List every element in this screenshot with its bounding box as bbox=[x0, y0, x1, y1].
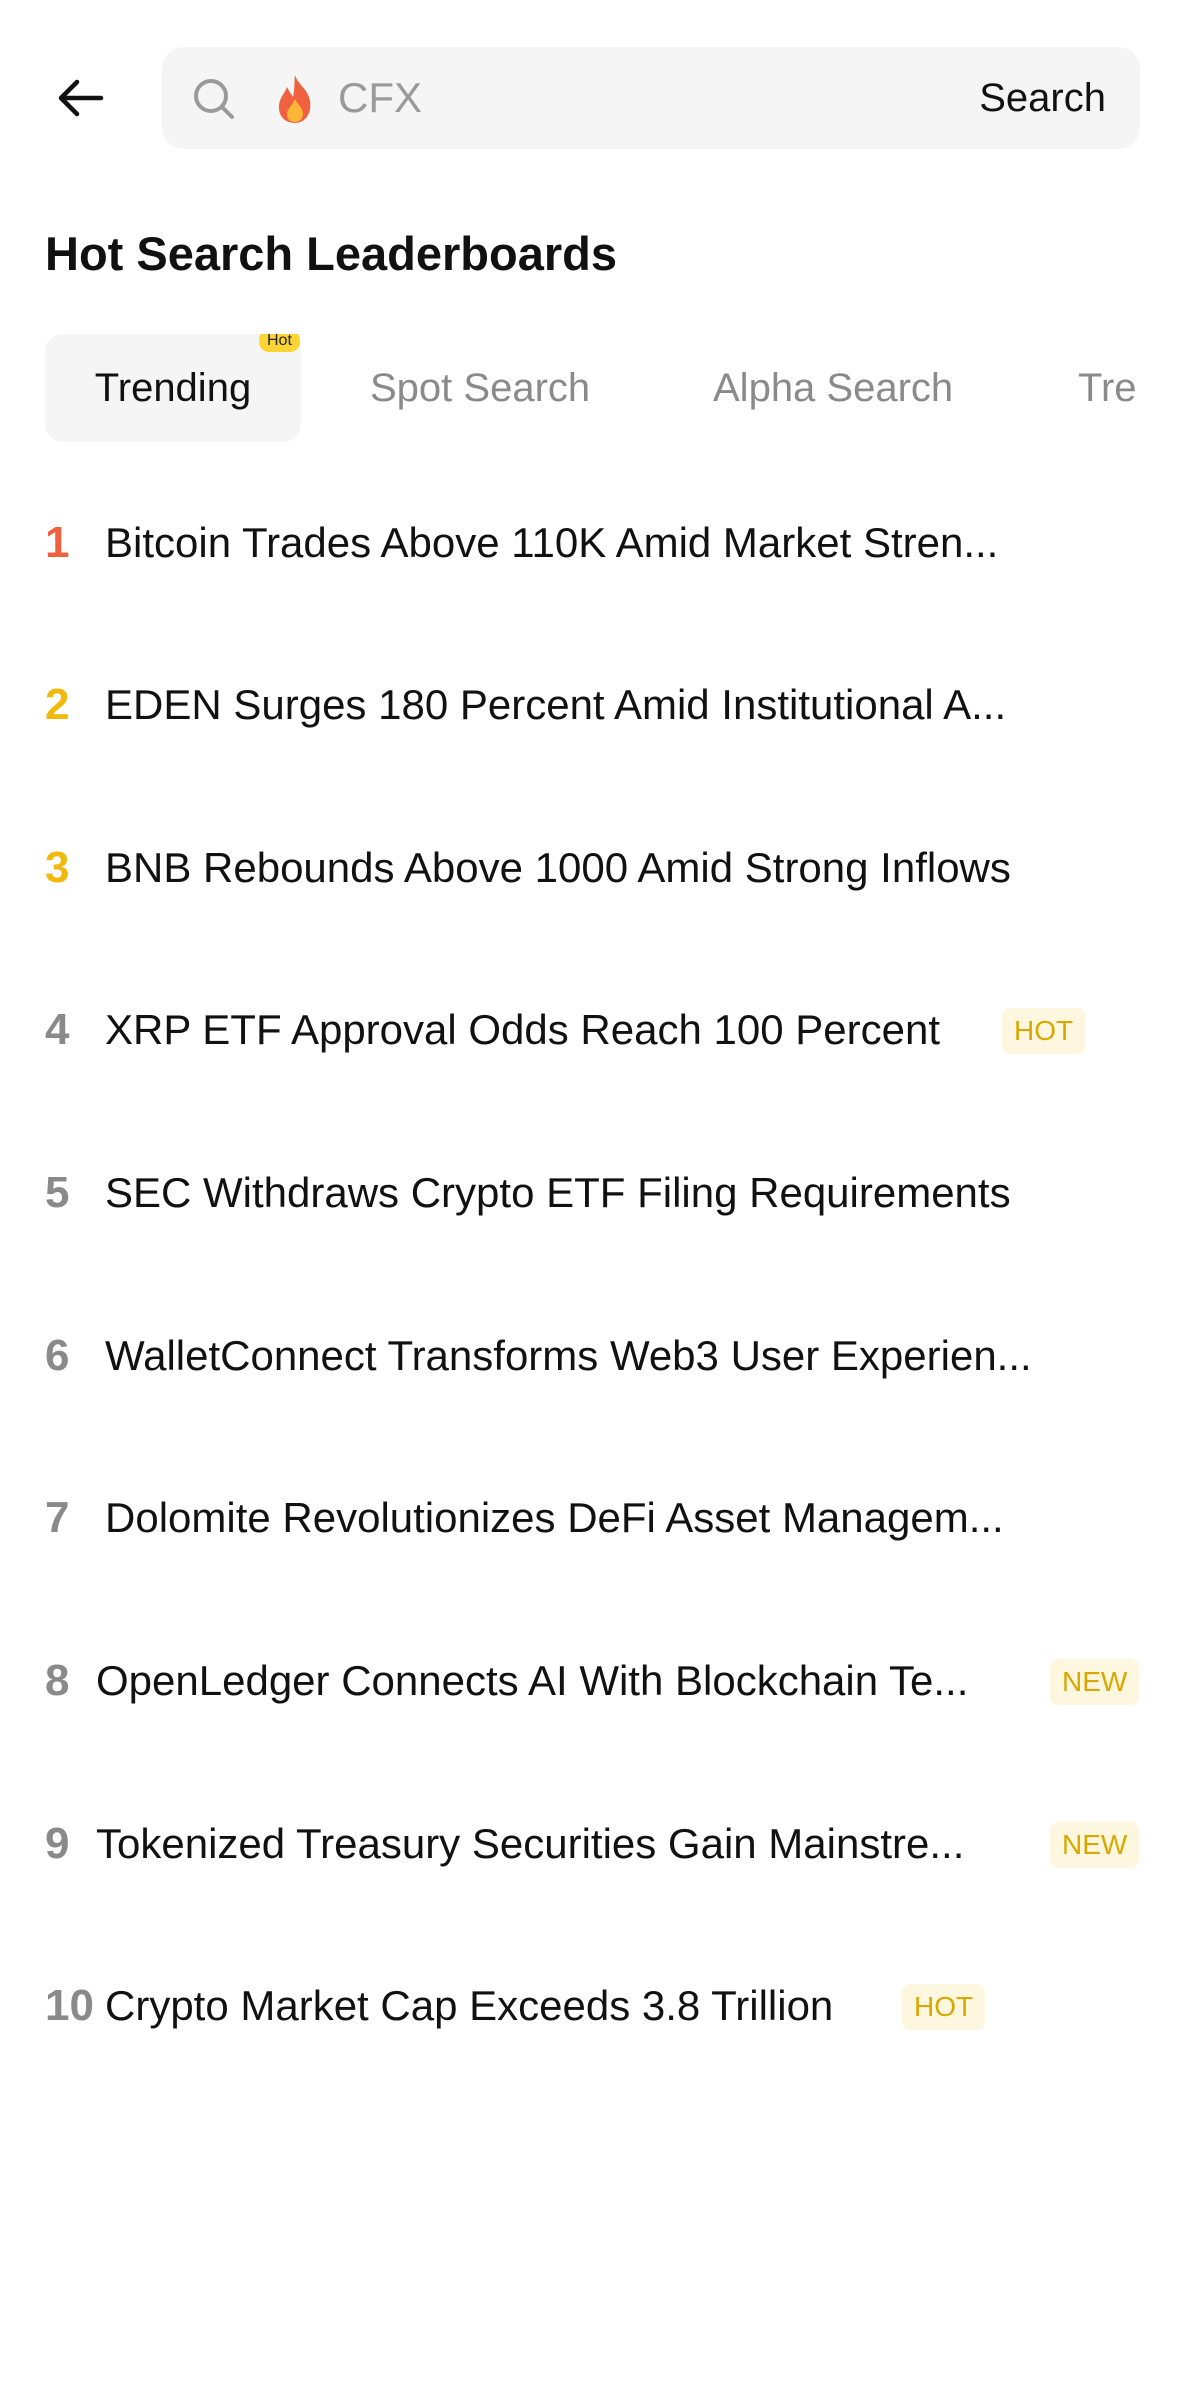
tab-spot-search[interactable]: Spot Search bbox=[370, 334, 590, 442]
list-item[interactable]: 10 Crypto Market Cap Exceeds 3.8 Trillio… bbox=[0, 1946, 1179, 2066]
list-item[interactable]: 2 EDEN Surges 180 Percent Amid Instituti… bbox=[0, 645, 1179, 765]
tab-label: Alpha Search bbox=[713, 366, 954, 410]
hot-badge: Hot bbox=[259, 334, 300, 352]
list-item[interactable]: 5 SEC Withdraws Crypto ETF Filing Requir… bbox=[0, 1133, 1179, 1253]
list-item[interactable]: 3 BNB Rebounds Above 1000 Amid Strong In… bbox=[0, 808, 1179, 928]
rank-number: 3 bbox=[45, 843, 70, 892]
rank-number: 10 bbox=[45, 1981, 94, 2030]
tab-label: Trending bbox=[94, 366, 252, 410]
tab-label: Tre bbox=[1078, 366, 1137, 410]
tab-label: Spot Search bbox=[370, 366, 591, 410]
list-item[interactable]: 1 Bitcoin Trades Above 110K Amid Market … bbox=[0, 483, 1179, 603]
top-bar: CFX Search bbox=[0, 0, 1179, 195]
rank-number: 9 bbox=[45, 1819, 70, 1868]
list-item[interactable]: 7 Dolomite Revolutionizes DeFi Asset Man… bbox=[0, 1458, 1179, 1578]
tab-trending-more[interactable]: Tre bbox=[1078, 334, 1137, 442]
list-item[interactable]: 6 WalletConnect Transforms Web3 User Exp… bbox=[0, 1296, 1179, 1416]
hot-tag: HOT bbox=[1002, 1008, 1086, 1054]
list-item[interactable]: 8 OpenLedger Connects AI With Blockchain… bbox=[0, 1621, 1179, 1741]
hot-tag: HOT bbox=[902, 1984, 986, 2030]
item-title: WalletConnect Transforms Web3 User Exper… bbox=[105, 1332, 1032, 1379]
rank-number: 6 bbox=[45, 1331, 70, 1380]
fire-icon bbox=[278, 75, 311, 123]
item-title: Crypto Market Cap Exceeds 3.8 Trillion bbox=[105, 1982, 834, 2029]
new-tag: NEW bbox=[1050, 1822, 1140, 1868]
search-button[interactable]: Search bbox=[979, 47, 1106, 149]
rank-number: 2 bbox=[45, 680, 70, 729]
new-tag: NEW bbox=[1050, 1659, 1140, 1705]
search-icon bbox=[194, 79, 234, 119]
rank-number: 1 bbox=[45, 518, 70, 567]
list-item[interactable]: 9 Tokenized Treasury Securities Gain Mai… bbox=[0, 1784, 1179, 1904]
arrow-left-icon bbox=[58, 79, 104, 117]
item-title: Tokenized Treasury Securities Gain Mains… bbox=[96, 1820, 965, 1867]
rank-number: 4 bbox=[45, 1005, 70, 1054]
leaderboard-tabs: Trending Hot Spot Search Alpha Search Tr… bbox=[45, 334, 1179, 442]
search-bar[interactable]: CFX Search bbox=[162, 47, 1140, 149]
tab-alpha-search[interactable]: Alpha Search bbox=[713, 334, 953, 442]
back-button[interactable] bbox=[40, 62, 120, 134]
item-title: OpenLedger Connects AI With Blockchain T… bbox=[96, 1657, 969, 1704]
item-title: Bitcoin Trades Above 110K Amid Market St… bbox=[105, 519, 999, 566]
tab-trending[interactable]: Trending Hot bbox=[45, 334, 301, 442]
item-title: SEC Withdraws Crypto ETF Filing Requirem… bbox=[105, 1169, 1011, 1216]
search-input[interactable]: CFX bbox=[338, 47, 422, 149]
list-item[interactable]: 4 XRP ETF Approval Odds Reach 100 Percen… bbox=[0, 970, 1179, 1090]
section-title: Hot Search Leaderboards bbox=[45, 227, 618, 280]
item-title: Dolomite Revolutionizes DeFi Asset Manag… bbox=[105, 1494, 1004, 1541]
item-title: XRP ETF Approval Odds Reach 100 Percent bbox=[105, 1006, 940, 1053]
item-title: EDEN Surges 180 Percent Amid Institution… bbox=[105, 681, 1007, 728]
item-title: BNB Rebounds Above 1000 Amid Strong Infl… bbox=[105, 844, 1011, 891]
rank-number: 8 bbox=[45, 1656, 70, 1705]
rank-number: 7 bbox=[45, 1493, 70, 1542]
rank-number: 5 bbox=[45, 1168, 70, 1217]
